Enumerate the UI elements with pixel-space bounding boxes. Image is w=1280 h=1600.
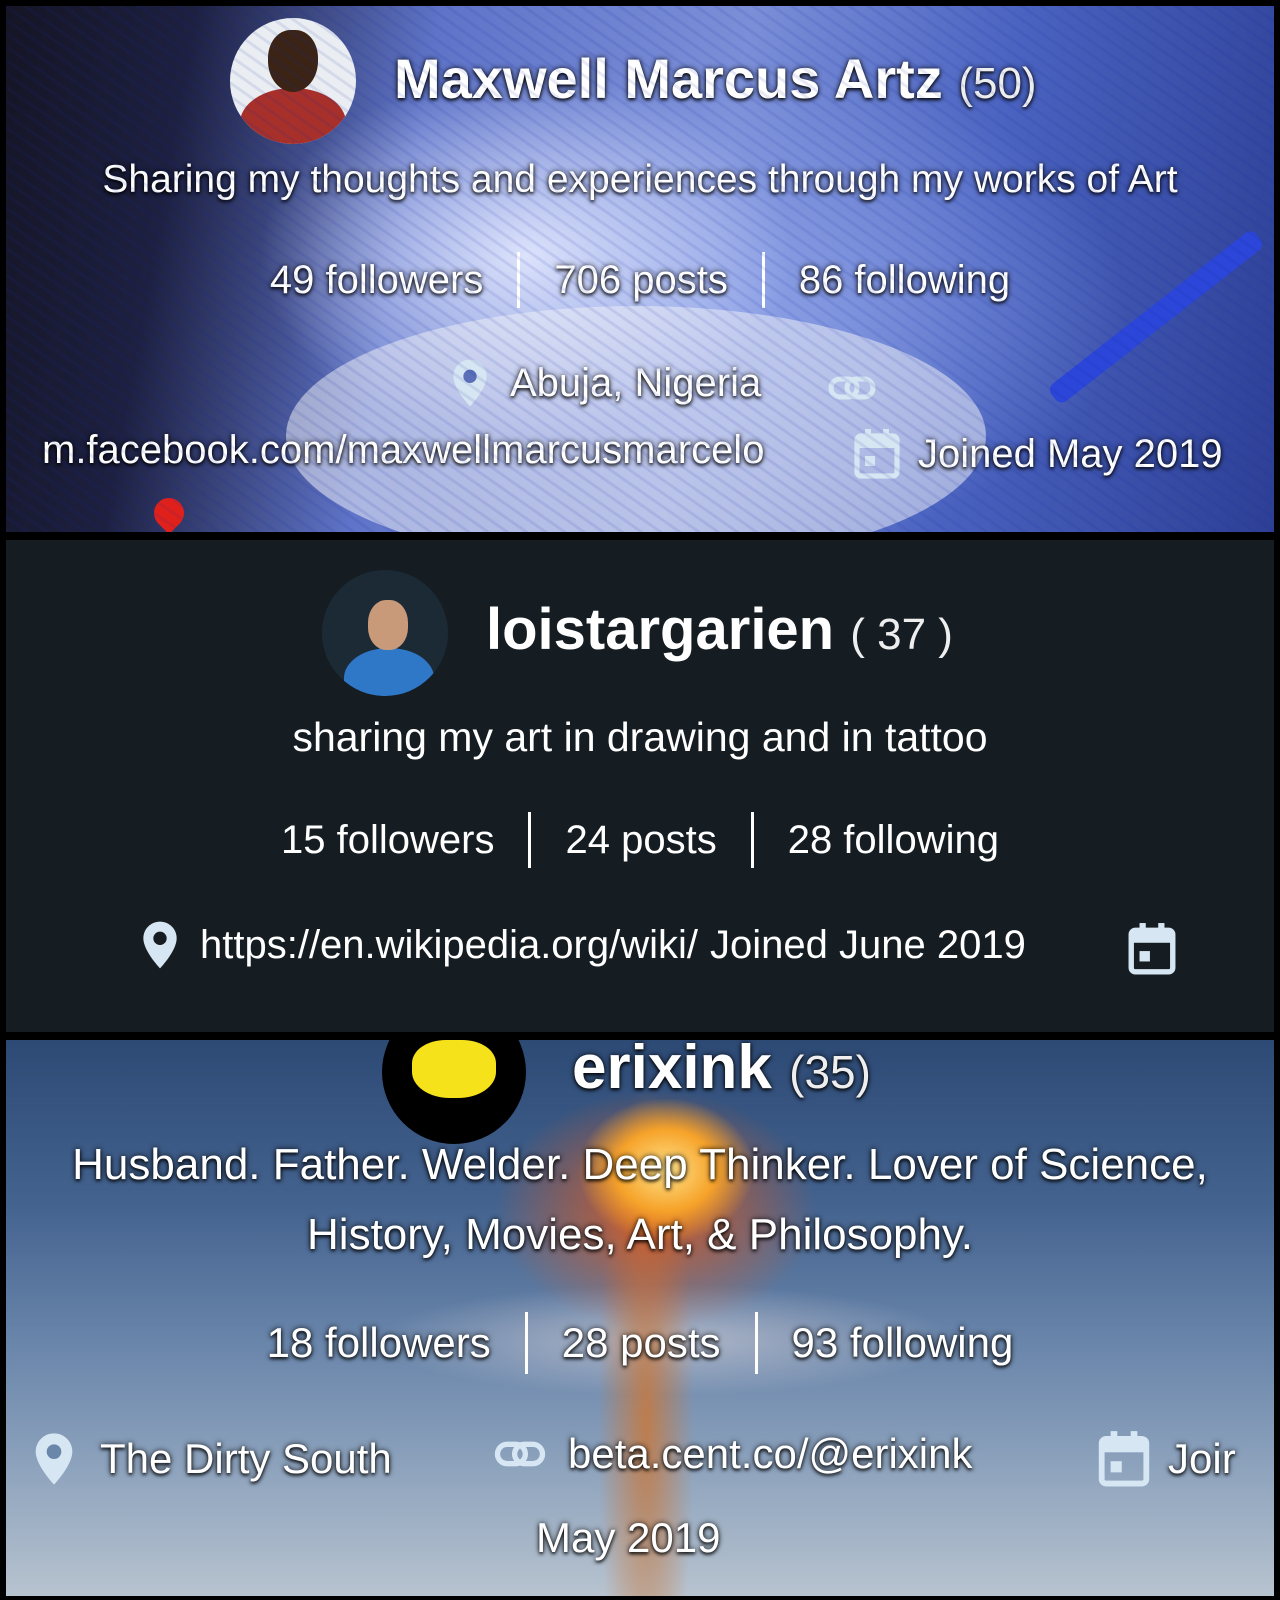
joined-text-part2: May 2019: [536, 1514, 721, 1561]
map-pin-icon: [32, 1430, 76, 1488]
bio-line-2: History, Movies, Art, & Philosophy.: [307, 1210, 973, 1259]
profile-joined-continued: May 2019: [536, 1514, 720, 1562]
link-icon: [494, 1439, 546, 1469]
location-text: The Dirty South: [100, 1435, 392, 1482]
profile-stats: 15 followers 24 posts 28 following: [6, 812, 1274, 868]
bee-icon: [412, 1040, 496, 1098]
followers-count[interactable]: 49 followers: [236, 258, 517, 303]
profile-name-text: erixink: [572, 1040, 772, 1102]
profile-bio: sharing my art in drawing and in tattoo: [292, 714, 988, 760]
profile-bio: Husband. Father. Welder. Deep Thinker. L…: [6, 1130, 1274, 1270]
calendar-icon: [1096, 1430, 1152, 1488]
profile-location: https://en.wikipedia.org/wiki/ Joined Ju…: [140, 920, 1026, 970]
profile-website[interactable]: m.facebook.com/maxwellmarcusmarcelo: [42, 428, 764, 473]
calendar-icon: [1126, 922, 1178, 976]
joined-text-part1: Joir: [1168, 1435, 1236, 1482]
joined-text: Joined May 2019: [918, 431, 1223, 476]
profile-name-text: Maxwell Marcus Artz: [394, 47, 943, 110]
stat-divider: [761, 252, 765, 308]
profile-name-text: loistargarien: [486, 597, 835, 662]
joined-text: Joined June 2019: [710, 922, 1026, 967]
bio-line-1: Husband. Father. Welder. Deep Thinker. L…: [72, 1140, 1208, 1189]
posts-count[interactable]: 24 posts: [531, 818, 750, 863]
map-pin-icon: [450, 358, 490, 408]
profile-joined: Joir: [1096, 1430, 1236, 1488]
followers-count[interactable]: 18 followers: [233, 1319, 525, 1367]
following-count[interactable]: 93 following: [758, 1319, 1048, 1367]
avatar[interactable]: [230, 18, 356, 144]
avatar[interactable]: [382, 1040, 526, 1144]
profile-name[interactable]: loistargarien ( 37 ): [486, 596, 953, 663]
profile-location: Abuja, Nigeria: [450, 358, 761, 408]
profile-bio: Sharing my thoughts and experiences thro…: [102, 158, 1178, 201]
profile-joined: Joined May 2019: [852, 428, 1223, 480]
reputation-score: ( 37 ): [850, 610, 953, 659]
map-pin-icon: [140, 920, 180, 970]
reputation-score: (50): [958, 59, 1037, 108]
profile-card-maxwell: Maxwell Marcus Artz (50) Sharing my thou…: [6, 6, 1274, 532]
calendar-icon: [852, 428, 902, 480]
link-icon: [828, 374, 876, 402]
stat-divider: [517, 252, 521, 308]
background-pen: [1046, 228, 1266, 406]
location-text: Abuja, Nigeria: [510, 360, 762, 405]
profile-name[interactable]: erixink (35): [572, 1040, 871, 1103]
profile-website[interactable]: beta.cent.co/@erixink: [494, 1430, 973, 1478]
profile-card-loistargarien: loistargarien ( 37 ) sharing my art in d…: [6, 540, 1274, 1032]
following-count[interactable]: 28 following: [754, 818, 1033, 863]
heart-icon: [147, 491, 191, 532]
following-count[interactable]: 86 following: [765, 258, 1044, 303]
profile-stats: 49 followers 706 posts 86 following: [6, 252, 1274, 308]
profile-stats: 18 followers 28 posts 93 following: [6, 1312, 1274, 1374]
location-text: https://en.wikipedia.org/wiki/: [200, 922, 699, 967]
profile-card-erixink: erixink (35) Husband. Father. Welder. De…: [6, 1040, 1274, 1596]
background-drawing: [286, 306, 986, 532]
followers-count[interactable]: 15 followers: [247, 818, 528, 863]
profile-location: The Dirty South: [32, 1430, 392, 1488]
posts-count[interactable]: 706 posts: [520, 258, 761, 303]
avatar[interactable]: [322, 570, 448, 696]
reputation-score: (35): [789, 1046, 871, 1098]
profile-name[interactable]: Maxwell Marcus Artz (50): [394, 46, 1037, 111]
website-link[interactable]: m.facebook.com/maxwellmarcusmarcelo: [42, 428, 764, 473]
website-link[interactable]: beta.cent.co/@erixink: [568, 1430, 973, 1478]
posts-count[interactable]: 28 posts: [528, 1319, 755, 1367]
